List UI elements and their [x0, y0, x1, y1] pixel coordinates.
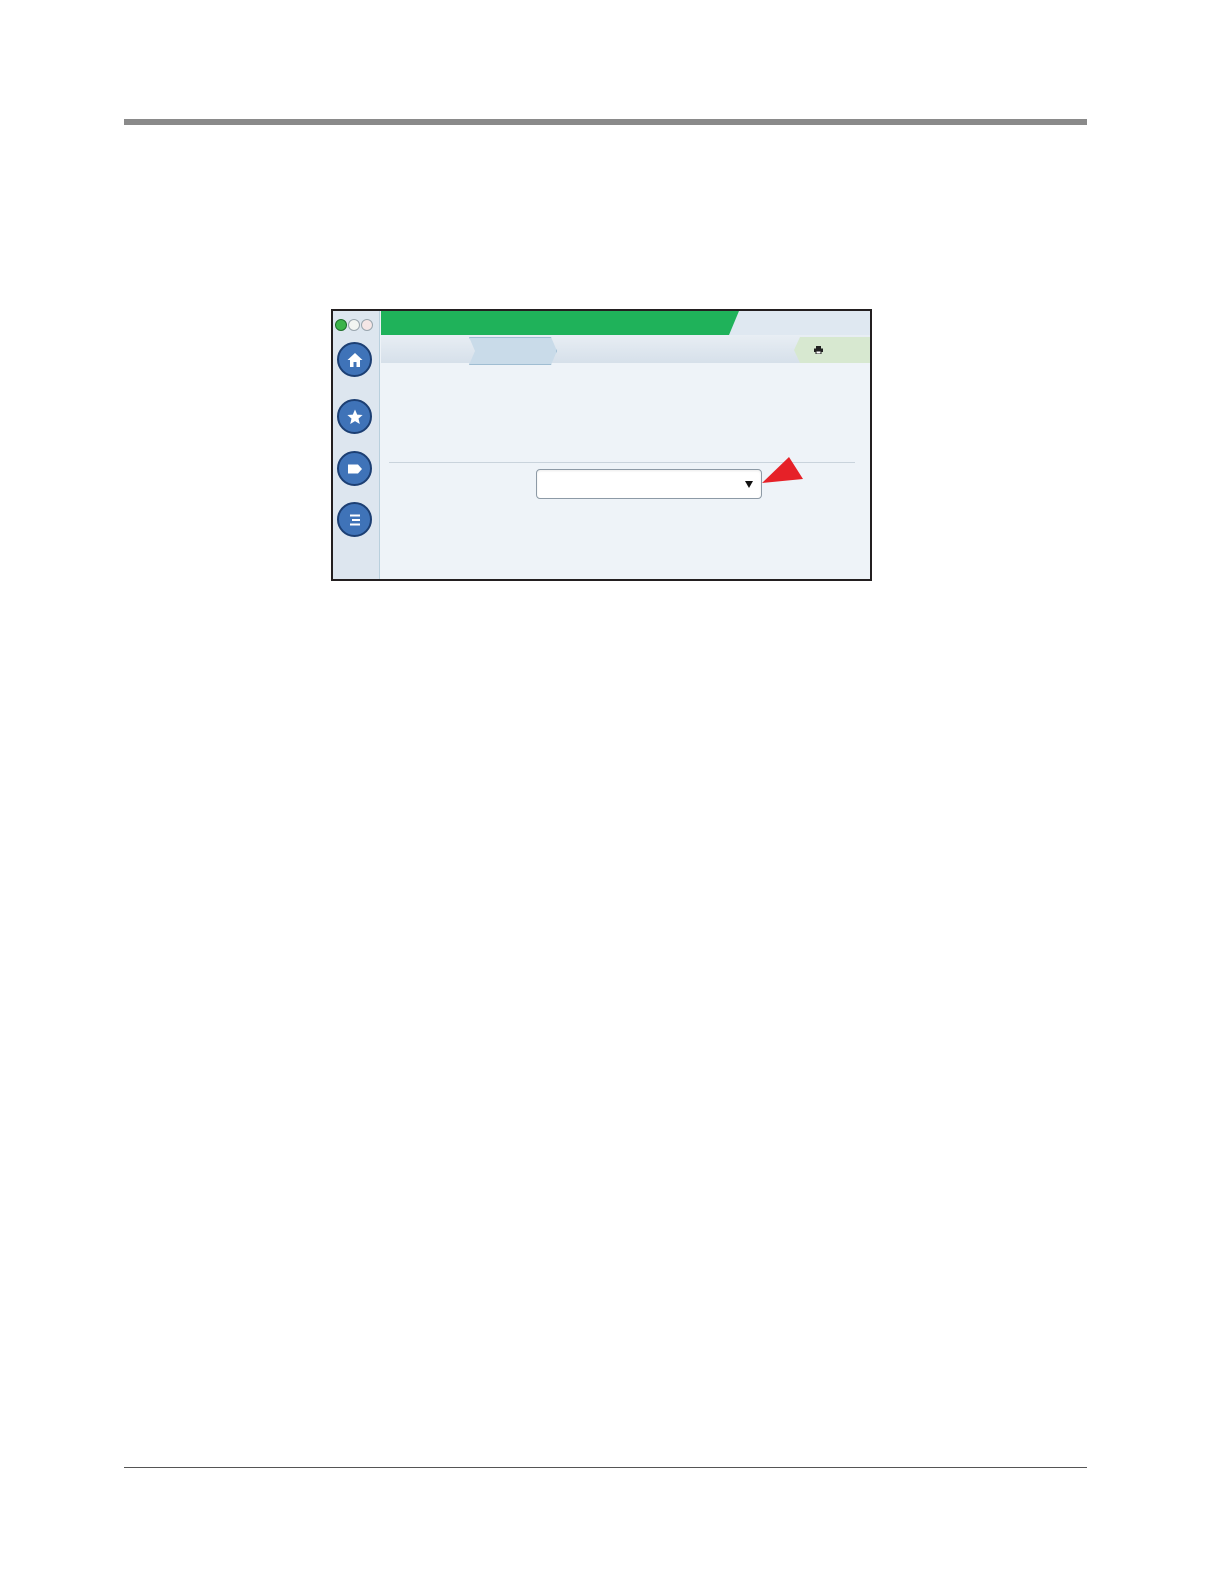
favorites-button[interactable] [337, 399, 372, 434]
home-icon [347, 352, 362, 367]
tag-button[interactable] [337, 451, 372, 486]
menu-icon [349, 514, 360, 525]
breadcrumb-tab-active[interactable] [469, 337, 557, 365]
menu-button[interactable] [337, 502, 372, 537]
dropdown-arrow-icon [745, 481, 753, 488]
callout-arrow-icon [762, 457, 803, 483]
title-bar [381, 311, 741, 335]
tag-icon [347, 464, 362, 473]
screenshot-figure [331, 309, 872, 581]
title-bar-right [729, 311, 870, 335]
header-rule [124, 119, 1087, 125]
printer-icon [814, 346, 823, 354]
status-light-white [348, 319, 360, 331]
star-icon [346, 409, 363, 424]
sidebar [333, 311, 380, 579]
status-light-pink [361, 319, 373, 331]
home-button[interactable] [337, 342, 372, 377]
option-dropdown[interactable] [536, 469, 762, 499]
status-light-green [335, 319, 347, 331]
print-button[interactable] [794, 337, 870, 363]
footer-rule [124, 1467, 1087, 1468]
